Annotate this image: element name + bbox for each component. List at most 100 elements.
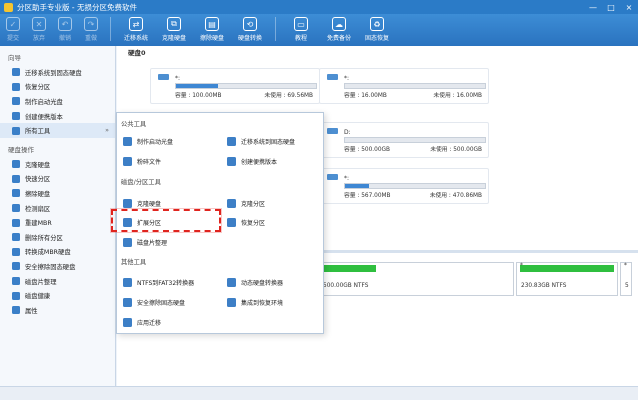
close-button[interactable]: × bbox=[620, 3, 638, 12]
status-bar bbox=[0, 386, 638, 400]
menu-item-recovery-env[interactable]: 集成到恢复环境 bbox=[227, 296, 283, 308]
wipe-disk-button[interactable]: ▤ 擦除硬盘 bbox=[193, 17, 231, 42]
migrate-icon bbox=[12, 68, 20, 77]
sidebar-item-all-tools[interactable]: 所有工具» bbox=[0, 123, 115, 138]
menu-item-migrate[interactable]: 迁移系统到固态硬盘 bbox=[227, 135, 295, 147]
menu-item-defrag[interactable]: 磁盘片整理 bbox=[123, 236, 167, 248]
disk-partition-segment[interactable]: * 5 bbox=[620, 262, 632, 296]
portable-icon bbox=[12, 112, 20, 121]
sidebar-item-quick-partition[interactable]: 快速分区 bbox=[0, 172, 115, 187]
undo-icon: ↶ bbox=[58, 17, 72, 31]
clone-partition-icon bbox=[227, 198, 236, 208]
convert-icon bbox=[12, 247, 20, 256]
partition-card[interactable]: *: 容量 : 567.00MB 未使用 : 470.86MB bbox=[319, 168, 489, 204]
sidebar-item-delete-all[interactable]: 删除所有分区 bbox=[0, 230, 115, 245]
mbr-icon bbox=[12, 218, 20, 227]
menu-item-dynamic-disk[interactable]: 动态硬盘转换器 bbox=[227, 276, 283, 288]
menu-item-clone-partition[interactable]: 克隆分区 bbox=[227, 197, 265, 209]
sidebar-item-clone-disk[interactable]: 克隆硬盘 bbox=[0, 157, 115, 172]
sidebar-item-recover-partition[interactable]: 恢复分区 bbox=[0, 80, 115, 95]
portable-icon bbox=[227, 156, 236, 166]
highlight-marker bbox=[111, 209, 221, 232]
sidebar-item-wipe-disk[interactable]: 擦除硬盘 bbox=[0, 186, 115, 201]
menu-item-clone-disk[interactable]: 克隆硬盘 bbox=[123, 197, 161, 209]
convert-icon: ⟲ bbox=[243, 17, 257, 31]
usage-bar bbox=[344, 183, 486, 189]
partition-card[interactable]: *: 容量 : 100.00MB 未使用 : 69.56MB bbox=[150, 68, 320, 104]
sidebar-item-secure-erase[interactable]: 安全擦除固态硬盘 bbox=[0, 259, 115, 274]
tutorial-icon: ▭ bbox=[294, 17, 308, 31]
partition-card[interactable]: D: 容量 : 500.00GB 未使用 : 500.00GB bbox=[319, 122, 489, 158]
sidebar-item-check-sectors[interactable]: 检测扇区 bbox=[0, 201, 115, 216]
recovery-env-icon bbox=[227, 297, 236, 307]
toolbar: ✓ 提交 ✕ 放弃 ↶ 撤销 ↷ 重做 ⇄ 迁移系统 ⧉ 克隆硬盘 ▤ 擦除硬盘 ⟲ 硬盘转换 … bbox=[0, 14, 638, 46]
sidebar-item-migrate[interactable]: 迁移系统到固态硬盘 bbox=[0, 65, 115, 80]
clone-disk-icon: ⧉ bbox=[167, 17, 181, 31]
sidebar-item-convert-mbr[interactable]: 转换成MBR硬盘 bbox=[0, 245, 115, 260]
drive-icon bbox=[327, 174, 338, 180]
menu-item-recover-partition[interactable]: 恢复分区 bbox=[227, 216, 265, 228]
clone-disk-icon bbox=[12, 160, 20, 169]
menu-item-secure-erase[interactable]: 安全擦除固态硬盘 bbox=[123, 296, 185, 308]
recover-icon: ♻ bbox=[370, 17, 384, 31]
app-migrate-icon bbox=[123, 317, 132, 327]
sidebar-item-portable[interactable]: 创建便携版本 bbox=[0, 109, 115, 124]
ssd-recover-button[interactable]: ♻ 固态恢复 bbox=[358, 17, 396, 42]
menu-item-portable[interactable]: 创建便携版本 bbox=[227, 155, 277, 167]
window-title: 分区助手专业版 - 无损分区免费软件 bbox=[17, 2, 137, 12]
tools-icon bbox=[12, 126, 20, 135]
partition-card[interactable]: *: 容量 : 16.00MB 未使用 : 16.00MB bbox=[319, 68, 489, 104]
apply-button[interactable]: ✓ 提交 bbox=[0, 17, 26, 42]
recover-icon bbox=[12, 82, 20, 91]
disc-icon bbox=[12, 97, 20, 106]
tutorial-button[interactable]: ▭ 教程 bbox=[282, 17, 320, 42]
minimize-button[interactable]: — bbox=[584, 3, 602, 12]
shred-icon bbox=[123, 156, 132, 166]
migrate-icon: ⇄ bbox=[129, 17, 143, 31]
backup-button[interactable]: ☁ 免费备份 bbox=[320, 17, 358, 42]
drive-icon bbox=[327, 74, 338, 80]
undo-button[interactable]: ↶ 撤销 bbox=[52, 17, 78, 42]
disk-partition-segment[interactable]: * 230.83GB NTFS bbox=[516, 262, 618, 296]
menu-item-ntfs-fat32[interactable]: NTFS到FAT32转换器 bbox=[123, 276, 194, 288]
discard-button[interactable]: ✕ 放弃 bbox=[26, 17, 52, 42]
drive-icon bbox=[327, 128, 338, 134]
usage-bar bbox=[344, 137, 486, 143]
wizard-section-title: 向导 bbox=[8, 54, 21, 62]
sidebar-item-properties[interactable]: 属性 bbox=[0, 303, 115, 318]
sidebar-item-boot-disc[interactable]: 制作启动光盘 bbox=[0, 94, 115, 109]
maximize-button[interactable]: □ bbox=[602, 3, 620, 12]
quick-partition-icon bbox=[12, 174, 20, 183]
sidebar: 向导 迁移系统到固态硬盘 恢复分区 制作启动光盘 创建便携版本 所有工具» 硬盘… bbox=[0, 46, 116, 386]
defrag-icon bbox=[12, 277, 20, 286]
redo-button[interactable]: ↷ 重做 bbox=[78, 17, 104, 42]
menu-item-app-migrate[interactable]: 应用迁移 bbox=[123, 316, 161, 328]
wipe-disk-icon: ▤ bbox=[205, 17, 219, 31]
info-icon bbox=[12, 306, 20, 315]
convert-disk-button[interactable]: ⟲ 硬盘转换 bbox=[231, 17, 269, 42]
redo-icon: ↷ bbox=[84, 17, 98, 31]
ops-section-title: 硬盘操作 bbox=[8, 145, 34, 154]
disk-partition-segment[interactable]: 500.00GB NTFS bbox=[318, 262, 514, 296]
check-icon: ✓ bbox=[6, 17, 20, 31]
disc-icon bbox=[123, 136, 132, 146]
migrate-os-button[interactable]: ⇄ 迁移系统 bbox=[117, 17, 155, 42]
disk-label: 硬盘0 bbox=[128, 49, 146, 57]
erase-icon bbox=[123, 297, 132, 307]
backup-icon: ☁ bbox=[332, 17, 346, 31]
clone-disk-button[interactable]: ⧉ 克隆硬盘 bbox=[155, 17, 193, 42]
dynamic-disk-icon bbox=[227, 277, 236, 287]
drive-icon bbox=[158, 74, 169, 80]
group-title: 公共工具 bbox=[121, 121, 147, 128]
sidebar-item-rebuild-mbr[interactable]: 重建MBR bbox=[0, 215, 115, 230]
delete-icon bbox=[12, 233, 20, 242]
recover-icon bbox=[227, 217, 236, 227]
sidebar-item-health[interactable]: 磁盘健康 bbox=[0, 288, 115, 303]
usage-bar bbox=[175, 83, 317, 89]
menu-item-shred[interactable]: 粉碎文件 bbox=[123, 155, 161, 167]
title-bar: 分区助手专业版 - 无损分区免费软件 — □ × bbox=[0, 0, 638, 14]
sidebar-item-defrag[interactable]: 磁盘片整理 bbox=[0, 274, 115, 289]
usage-bar bbox=[344, 83, 486, 89]
more-arrow-icon: » bbox=[105, 127, 109, 135]
menu-item-boot-disc[interactable]: 制作启动光盘 bbox=[123, 135, 173, 147]
